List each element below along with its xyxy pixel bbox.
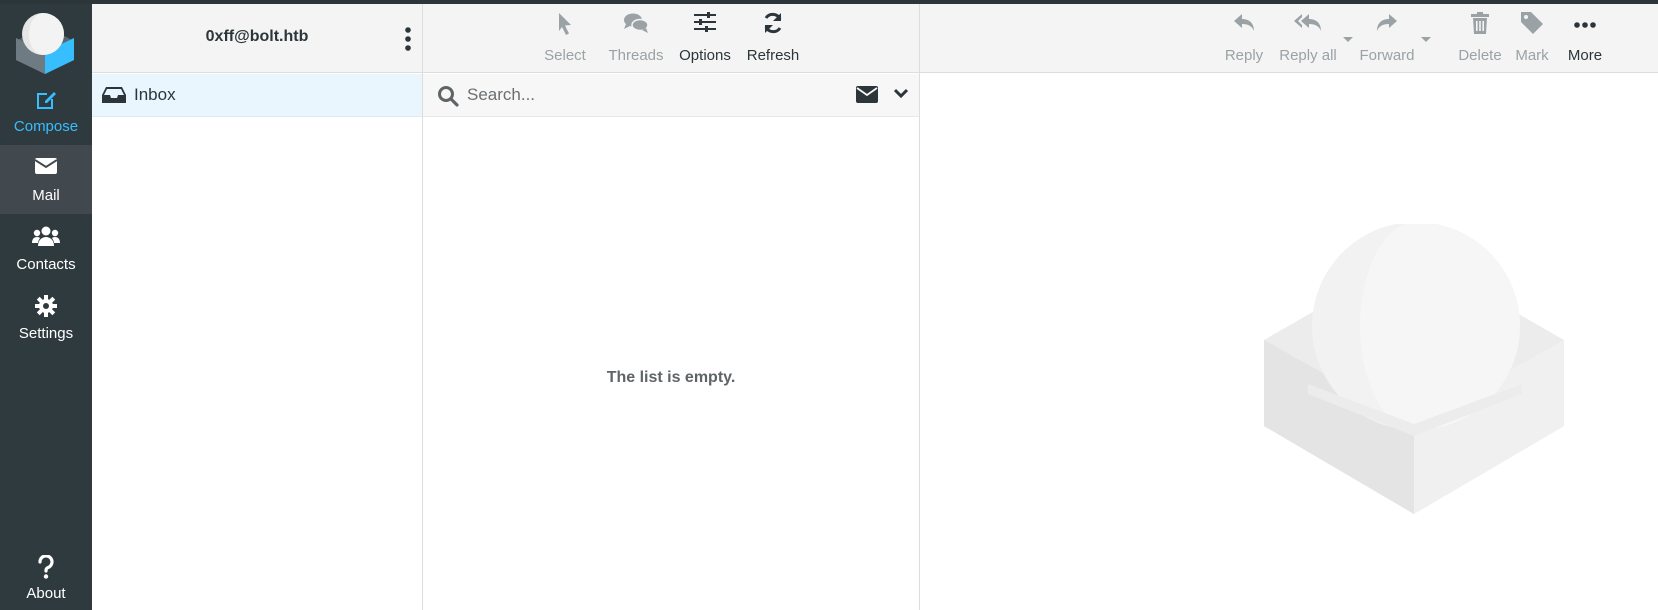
threads-icon	[601, 12, 671, 40]
more-icon	[1560, 12, 1610, 40]
search-icon[interactable]	[437, 85, 459, 107]
chevron-down-icon[interactable]	[894, 88, 908, 98]
users-icon	[0, 226, 92, 250]
message-toolbar: Reply Reply all Forward Delete Mark More	[920, 4, 1658, 73]
nav-about-label: About	[26, 585, 66, 602]
threads-label: Threads	[608, 47, 664, 64]
trash-icon	[1454, 12, 1506, 40]
question-icon	[0, 555, 92, 579]
reply-button[interactable]: Reply	[1218, 12, 1270, 68]
options-button[interactable]: Options	[673, 12, 737, 68]
message-list-pane: Select Threads Options Refresh Search...…	[423, 4, 920, 610]
nav-about[interactable]: About	[0, 541, 92, 610]
nav-contacts[interactable]: Contacts	[0, 214, 92, 283]
nav-contacts-label: Contacts	[16, 256, 76, 273]
reply-all-icon	[1272, 12, 1344, 40]
inbox-icon	[102, 87, 126, 103]
roundcube-watermark	[1264, 224, 1564, 514]
nav-mail[interactable]: Mail	[0, 145, 92, 214]
reply-label: Reply	[1224, 47, 1264, 64]
select-button[interactable]: Select	[535, 12, 595, 68]
compose-icon	[0, 88, 92, 112]
nav-settings[interactable]: Settings	[0, 283, 92, 352]
nav-settings-label: Settings	[18, 325, 74, 342]
reply-icon	[1218, 12, 1270, 40]
gear-icon	[0, 295, 92, 319]
sliders-icon	[673, 12, 737, 40]
more-label: More	[1567, 47, 1603, 64]
main-navigation: Compose Mail Contacts Settings About	[0, 4, 92, 610]
message-preview-pane: Reply Reply all Forward Delete Mark More	[920, 4, 1658, 610]
folder-inbox-label: Inbox	[134, 85, 176, 104]
account-email: 0xff@bolt.htb	[205, 28, 309, 45]
options-label: Options	[679, 47, 731, 64]
empty-list-message: The list is empty.	[606, 369, 736, 386]
kebab-menu-icon[interactable]	[402, 26, 414, 52]
mark-label: Mark	[1515, 47, 1549, 64]
envelope-icon[interactable]	[856, 86, 878, 103]
tag-icon	[1508, 12, 1556, 40]
nav-compose-label: Compose	[13, 118, 79, 135]
nav-mail-label: Mail	[32, 187, 60, 204]
select-label: Select	[544, 47, 586, 64]
folder-pane-header: 0xff@bolt.htb	[92, 4, 422, 73]
cursor-icon	[535, 12, 595, 40]
refresh-label: Refresh	[746, 47, 800, 64]
roundcube-logo[interactable]	[12, 8, 78, 74]
refresh-icon	[739, 12, 807, 40]
search-bar	[423, 74, 919, 117]
message-list-toolbar: Select Threads Options Refresh	[423, 4, 919, 73]
search-input[interactable]	[467, 82, 847, 108]
delete-button[interactable]: Delete	[1454, 12, 1506, 68]
more-button[interactable]: More	[1560, 12, 1610, 68]
refresh-button[interactable]: Refresh	[739, 12, 807, 68]
forward-button[interactable]: Forward	[1354, 12, 1420, 68]
folder-item-inbox[interactable]: Inbox	[92, 74, 422, 117]
nav-compose[interactable]: Compose	[0, 76, 92, 145]
reply-all-label: Reply all	[1279, 47, 1337, 64]
forward-label: Forward	[1359, 47, 1415, 64]
mark-button[interactable]: Mark	[1508, 12, 1556, 68]
envelope-icon	[0, 157, 92, 181]
reply-all-dropdown-icon[interactable]	[1342, 36, 1354, 43]
forward-icon	[1354, 12, 1420, 40]
threads-button[interactable]: Threads	[601, 12, 671, 68]
folder-pane: 0xff@bolt.htb Inbox	[92, 4, 423, 610]
reply-all-button[interactable]: Reply all	[1272, 12, 1344, 68]
delete-label: Delete	[1458, 47, 1502, 64]
forward-dropdown-icon[interactable]	[1420, 36, 1432, 43]
